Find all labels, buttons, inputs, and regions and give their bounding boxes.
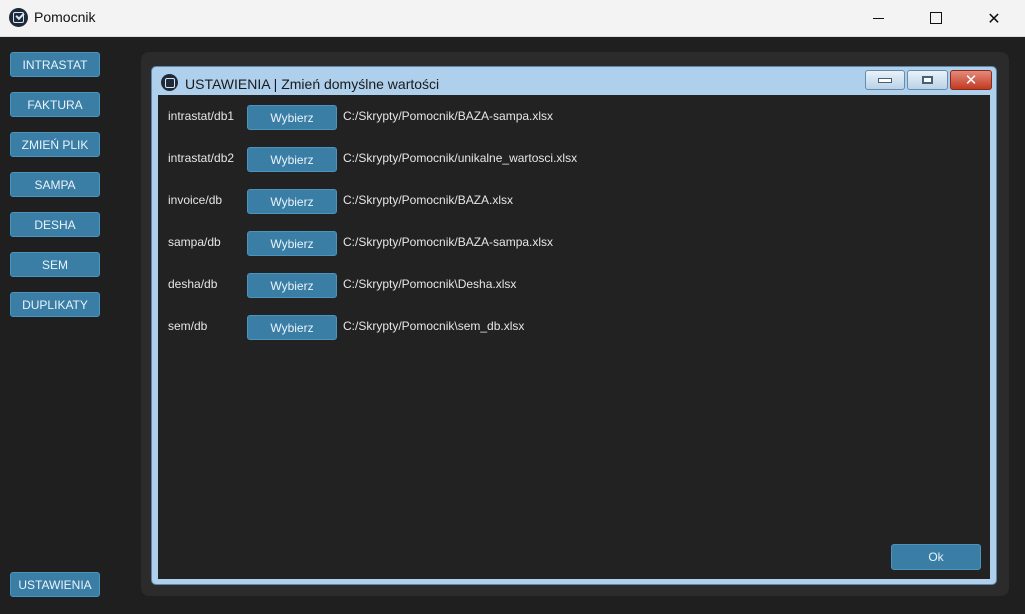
close-icon: ✕: [964, 70, 978, 89]
settings-dialog: USTAWIENIA | Zmień domyślne wartości ✕ i…: [151, 66, 997, 585]
maximize-button[interactable]: [907, 0, 965, 36]
checkbox-app-icon: [9, 8, 28, 27]
checkbox-app-icon: [161, 74, 178, 91]
setting-path: C:/Skrypty/Pomocnik/unikalne_wartosci.xl…: [343, 151, 578, 165]
ok-button[interactable]: Ok: [891, 544, 981, 570]
setting-label: intrastat/db1: [168, 109, 235, 123]
dialog-title: USTAWIENIA | Zmień domyślne wartości: [185, 76, 440, 92]
dialog-maximize-button[interactable]: [907, 70, 948, 90]
maximize-icon: [930, 12, 942, 24]
setting-label: intrastat/db2: [168, 151, 235, 165]
setting-path: C:/Skrypty/Pomocnik\sem_db.xlsx: [343, 319, 525, 333]
sidebar-button-sampa[interactable]: SAMPA: [10, 172, 100, 197]
setting-label: sampa/db: [168, 235, 221, 249]
setting-path: C:/Skrypty/Pomocnik\Desha.xlsx: [343, 277, 517, 291]
choose-file-button[interactable]: Wybierz: [247, 105, 337, 130]
setting-label: desha/db: [168, 277, 218, 291]
dialog-close-button[interactable]: ✕: [950, 70, 992, 90]
setting-path: C:/Skrypty/Pomocnik/BAZA-sampa.xlsx: [343, 109, 554, 123]
setting-label: invoice/db: [168, 193, 223, 207]
sidebar-button-desha[interactable]: DESHA: [10, 212, 100, 237]
setting-path: C:/Skrypty/Pomocnik/BAZA.xlsx: [343, 193, 514, 207]
maximize-icon: [922, 76, 933, 84]
minimize-button[interactable]: [849, 0, 907, 36]
sidebar-button-intrastat[interactable]: INTRASTAT: [10, 52, 100, 77]
setting-label: sem/db: [168, 319, 208, 333]
minimize-icon: [872, 17, 884, 19]
close-button[interactable]: ✕: [965, 0, 1023, 36]
sidebar-button-duplikaty[interactable]: DUPLIKATY: [10, 292, 100, 317]
choose-file-button[interactable]: Wybierz: [247, 147, 337, 172]
dialog-titlebar[interactable]: USTAWIENIA | Zmień domyślne wartości ✕: [152, 67, 996, 95]
setting-row: intrastat/db1 Wybierz C:/Skrypty/Pomocni…: [158, 105, 990, 130]
sidebar-button-zmien-plik[interactable]: ZMIEŃ PLIK: [10, 132, 100, 157]
choose-file-button[interactable]: Wybierz: [247, 189, 337, 214]
window-title: Pomocnik: [34, 9, 96, 25]
minimize-icon: [878, 77, 892, 83]
sidebar-button-faktura[interactable]: FAKTURA: [10, 92, 100, 117]
choose-file-button[interactable]: Wybierz: [247, 231, 337, 256]
dialog-minimize-button[interactable]: [865, 70, 905, 90]
sidebar: INTRASTAT FAKTURA ZMIEŃ PLIK SAMPA DESHA…: [0, 37, 110, 614]
setting-row: sampa/db Wybierz C:/Skrypty/Pomocnik/BAZ…: [158, 231, 990, 256]
close-icon: ✕: [987, 8, 1001, 28]
setting-path: C:/Skrypty/Pomocnik/BAZA-sampa.xlsx: [343, 235, 554, 249]
setting-row: intrastat/db2 Wybierz C:/Skrypty/Pomocni…: [158, 147, 990, 172]
sidebar-button-sem[interactable]: SEM: [10, 252, 100, 277]
window-titlebar[interactable]: Pomocnik ✕: [0, 0, 1025, 37]
setting-row: desha/db Wybierz C:/Skrypty/Pomocnik\Des…: [158, 273, 990, 298]
setting-row: sem/db Wybierz C:/Skrypty/Pomocnik\sem_d…: [158, 315, 990, 340]
dialog-body: intrastat/db1 Wybierz C:/Skrypty/Pomocni…: [158, 95, 990, 579]
sidebar-button-ustawienia[interactable]: USTAWIENIA: [10, 572, 100, 597]
setting-row: invoice/db Wybierz C:/Skrypty/Pomocnik/B…: [158, 189, 990, 214]
choose-file-button[interactable]: Wybierz: [247, 315, 337, 340]
choose-file-button[interactable]: Wybierz: [247, 273, 337, 298]
